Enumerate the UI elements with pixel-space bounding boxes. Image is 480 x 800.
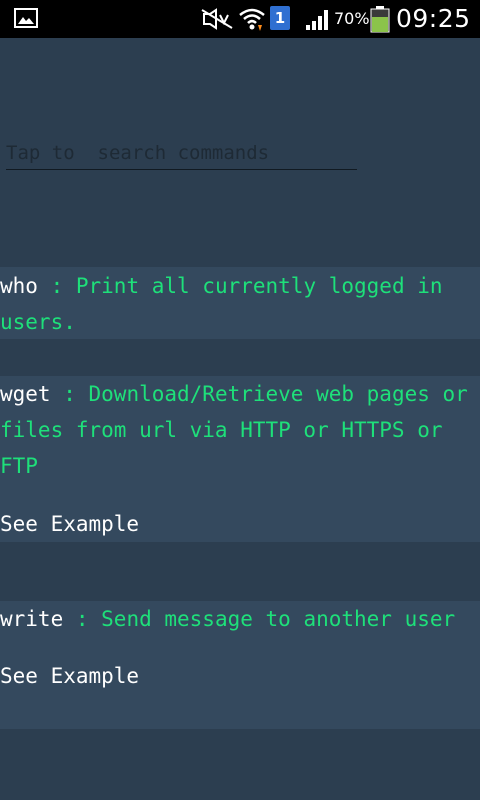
mute-icon bbox=[201, 8, 233, 30]
command-separator: : bbox=[37, 274, 76, 298]
status-bar: 1 70% 09:25 bbox=[0, 0, 480, 38]
command-card-wget: wget : Download/Retrieve web pages or fi… bbox=[0, 376, 480, 542]
command-name: wget bbox=[0, 382, 51, 406]
wifi-icon bbox=[239, 8, 265, 31]
command-card-who: who : Print all currently logged in user… bbox=[0, 267, 480, 339]
command-entry: write : Send message to another user bbox=[0, 601, 480, 637]
command-name: who bbox=[0, 274, 38, 298]
command-entry: wget : Download/Retrieve web pages or fi… bbox=[0, 376, 480, 484]
status-clock: 09:25 bbox=[396, 4, 471, 33]
sim-icon: 1 bbox=[270, 6, 290, 30]
search-input[interactable] bbox=[6, 136, 357, 170]
battery-percentage: 70% bbox=[334, 9, 370, 28]
signal-icon bbox=[306, 10, 328, 30]
command-entry: who : Print all currently logged in user… bbox=[0, 267, 480, 340]
see-example-link-write[interactable]: See Example bbox=[0, 658, 480, 694]
command-card-write: write : Send message to another user See… bbox=[0, 601, 480, 729]
see-example-link-wget[interactable]: See Example bbox=[0, 506, 480, 542]
command-name: write bbox=[0, 607, 64, 631]
command-separator: : bbox=[50, 382, 89, 406]
command-description: Send message to another user bbox=[101, 607, 456, 631]
command-separator: : bbox=[63, 607, 102, 631]
gallery-icon bbox=[14, 8, 38, 28]
battery-icon bbox=[370, 6, 390, 33]
